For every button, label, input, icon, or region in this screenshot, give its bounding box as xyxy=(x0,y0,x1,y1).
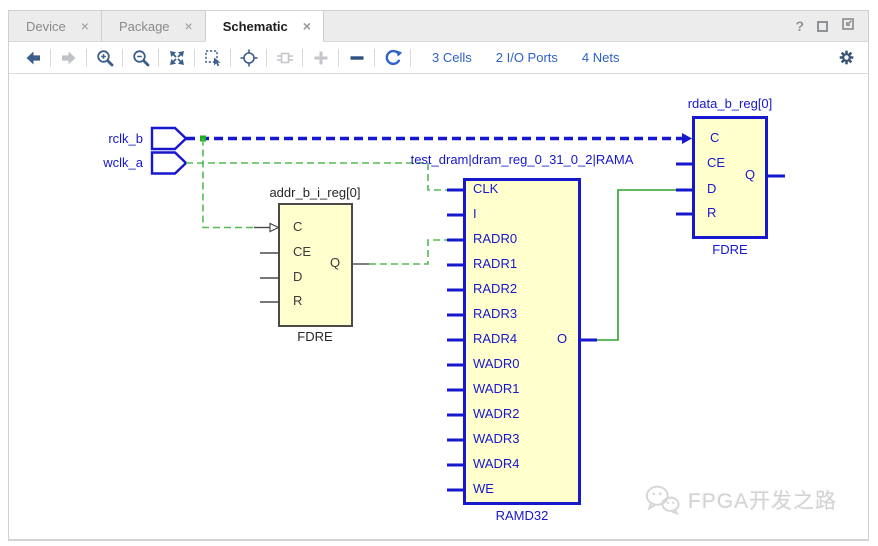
addr-pin-d[interactable]: D xyxy=(293,270,302,284)
toolbar-separator xyxy=(266,49,267,67)
toolbar-separator xyxy=(230,49,231,67)
crosshair-icon xyxy=(239,48,259,68)
port-label-rclk-b[interactable]: rclk_b xyxy=(67,131,143,146)
cells-link[interactable]: 3 Cells xyxy=(432,50,472,65)
zoom-out-button[interactable] xyxy=(128,46,153,70)
net-branch-to-addr-c[interactable] xyxy=(203,139,254,228)
ram-pin-radr3[interactable]: RADR3 xyxy=(473,307,517,321)
zoom-in-button[interactable] xyxy=(92,46,117,70)
rdata-pin-ce[interactable]: CE xyxy=(707,156,725,170)
port-shape-wclk-a[interactable] xyxy=(152,153,186,174)
addr-pin-c[interactable]: C xyxy=(293,220,302,234)
rdata-pin-q[interactable]: Q xyxy=(745,168,755,182)
toolbar-separator xyxy=(122,49,123,67)
toolbar-separator xyxy=(50,49,51,67)
gear-icon xyxy=(838,49,855,66)
schematic-canvas[interactable]: rclk_b wclk_a addr_b_i_reg[0] C CE D R Q… xyxy=(9,74,868,539)
net-ram-o-to-rdata-d[interactable] xyxy=(597,190,676,340)
toolbar-separator xyxy=(302,49,303,67)
ram-pin-we[interactable]: WE xyxy=(473,482,494,496)
vivado-schematic-window: Device × Package × Schematic × ? xyxy=(8,10,869,541)
settings-button[interactable] xyxy=(838,49,855,66)
schematic-toolbar: 3 Cells 2 I/O Ports 4 Nets xyxy=(9,42,868,74)
ram-pin-radr0[interactable]: RADR0 xyxy=(473,232,517,246)
close-icon[interactable]: × xyxy=(303,19,311,33)
close-icon[interactable]: × xyxy=(185,19,193,33)
ram-pin-radr2[interactable]: RADR2 xyxy=(473,282,517,296)
window-controls: ? xyxy=(795,11,868,41)
ram-pin-i[interactable]: I xyxy=(473,207,477,221)
ram-pin-wadr4[interactable]: WADR4 xyxy=(473,457,519,471)
regenerate-button[interactable] xyxy=(380,46,405,70)
tab-package-label: Package xyxy=(119,19,170,34)
help-icon[interactable]: ? xyxy=(795,18,804,34)
close-icon[interactable]: × xyxy=(81,19,89,33)
net-rclk-b-arrowhead xyxy=(682,133,692,144)
back-arrow-icon xyxy=(23,48,43,68)
cell-rdata-b-reg[interactable] xyxy=(692,116,768,239)
maximize-icon[interactable] xyxy=(817,21,828,32)
ram-pin-wadr2[interactable]: WADR2 xyxy=(473,407,519,421)
ram-pin-radr4[interactable]: RADR4 xyxy=(473,332,517,346)
ram-pin-o[interactable]: O xyxy=(557,332,567,346)
zoom-fit-button[interactable] xyxy=(164,46,189,70)
watermark: FPGA开发之路 xyxy=(643,482,837,518)
minus-icon xyxy=(347,48,367,68)
plus-icon xyxy=(311,48,331,68)
nets-link[interactable]: 4 Nets xyxy=(582,50,620,65)
toolbar-separator xyxy=(86,49,87,67)
ram-pin-clk[interactable]: CLK xyxy=(473,182,498,196)
net-addr-q-to-radr0[interactable] xyxy=(369,240,447,264)
float-window-icon[interactable] xyxy=(841,17,855,36)
addr-pin-q[interactable]: Q xyxy=(330,256,340,270)
port-label-wclk-a[interactable]: wclk_a xyxy=(67,155,143,170)
tab-bar: Device × Package × Schematic × ? xyxy=(9,11,868,42)
addr-pin-ce[interactable]: CE xyxy=(293,245,311,259)
ram-pin-wadr3[interactable]: WADR3 xyxy=(473,432,519,446)
toolbar-separator xyxy=(194,49,195,67)
rdata-pin-r[interactable]: R xyxy=(707,206,716,220)
rdata-pin-c[interactable]: C xyxy=(710,131,719,145)
addr-pin-r[interactable]: R xyxy=(293,294,302,308)
ram-pin-wadr1[interactable]: WADR1 xyxy=(473,382,519,396)
remove-selection-button[interactable] xyxy=(344,46,369,70)
zoom-area-icon xyxy=(203,48,223,68)
tab-device[interactable]: Device × xyxy=(9,11,102,41)
rdata-pin-d[interactable]: D xyxy=(707,182,716,196)
tab-package[interactable]: Package × xyxy=(102,11,206,41)
tab-schematic[interactable]: Schematic × xyxy=(206,11,324,41)
cell-type-label: RAMD32 xyxy=(462,508,582,523)
tab-device-label: Device xyxy=(26,19,66,34)
expand-cone-button[interactable] xyxy=(272,46,297,70)
wechat-logo-icon xyxy=(643,482,681,518)
forward-arrow-icon xyxy=(59,48,79,68)
toolbar-separator xyxy=(338,49,339,67)
zoom-in-icon xyxy=(95,48,115,68)
zoom-to-area-button[interactable] xyxy=(200,46,225,70)
toolbar-separator xyxy=(410,49,411,67)
ram-pin-wadr0[interactable]: WADR0 xyxy=(473,357,519,371)
watermark-text: FPGA开发之路 xyxy=(688,485,837,515)
cell-addr-b-i-reg[interactable] xyxy=(278,203,353,327)
chip-icon xyxy=(275,48,295,68)
io-ports-link[interactable]: 2 I/O Ports xyxy=(496,50,558,65)
add-selection-button[interactable] xyxy=(308,46,333,70)
select-primitive-button[interactable] xyxy=(236,46,261,70)
toolbar-separator xyxy=(374,49,375,67)
back-button[interactable] xyxy=(20,46,45,70)
forward-button[interactable] xyxy=(56,46,81,70)
cell-type-label: FDRE xyxy=(690,242,770,257)
toolbar-separator xyxy=(158,49,159,67)
cell-type-label: FDRE xyxy=(275,329,355,344)
tab-schematic-label: Schematic xyxy=(223,19,288,34)
cell-instance-label: rdata_b_reg[0] xyxy=(665,96,795,111)
cell-instance-label: addr_b_i_reg[0] xyxy=(255,185,375,200)
cell-instance-label: test_dram|dram_reg_0_31_0_2|RAMA xyxy=(387,152,657,167)
port-shape-rclk-b[interactable] xyxy=(152,128,186,149)
refresh-icon xyxy=(383,48,403,68)
zoom-fit-icon xyxy=(167,48,187,68)
ram-pin-radr1[interactable]: RADR1 xyxy=(473,257,517,271)
zoom-out-icon xyxy=(131,48,151,68)
